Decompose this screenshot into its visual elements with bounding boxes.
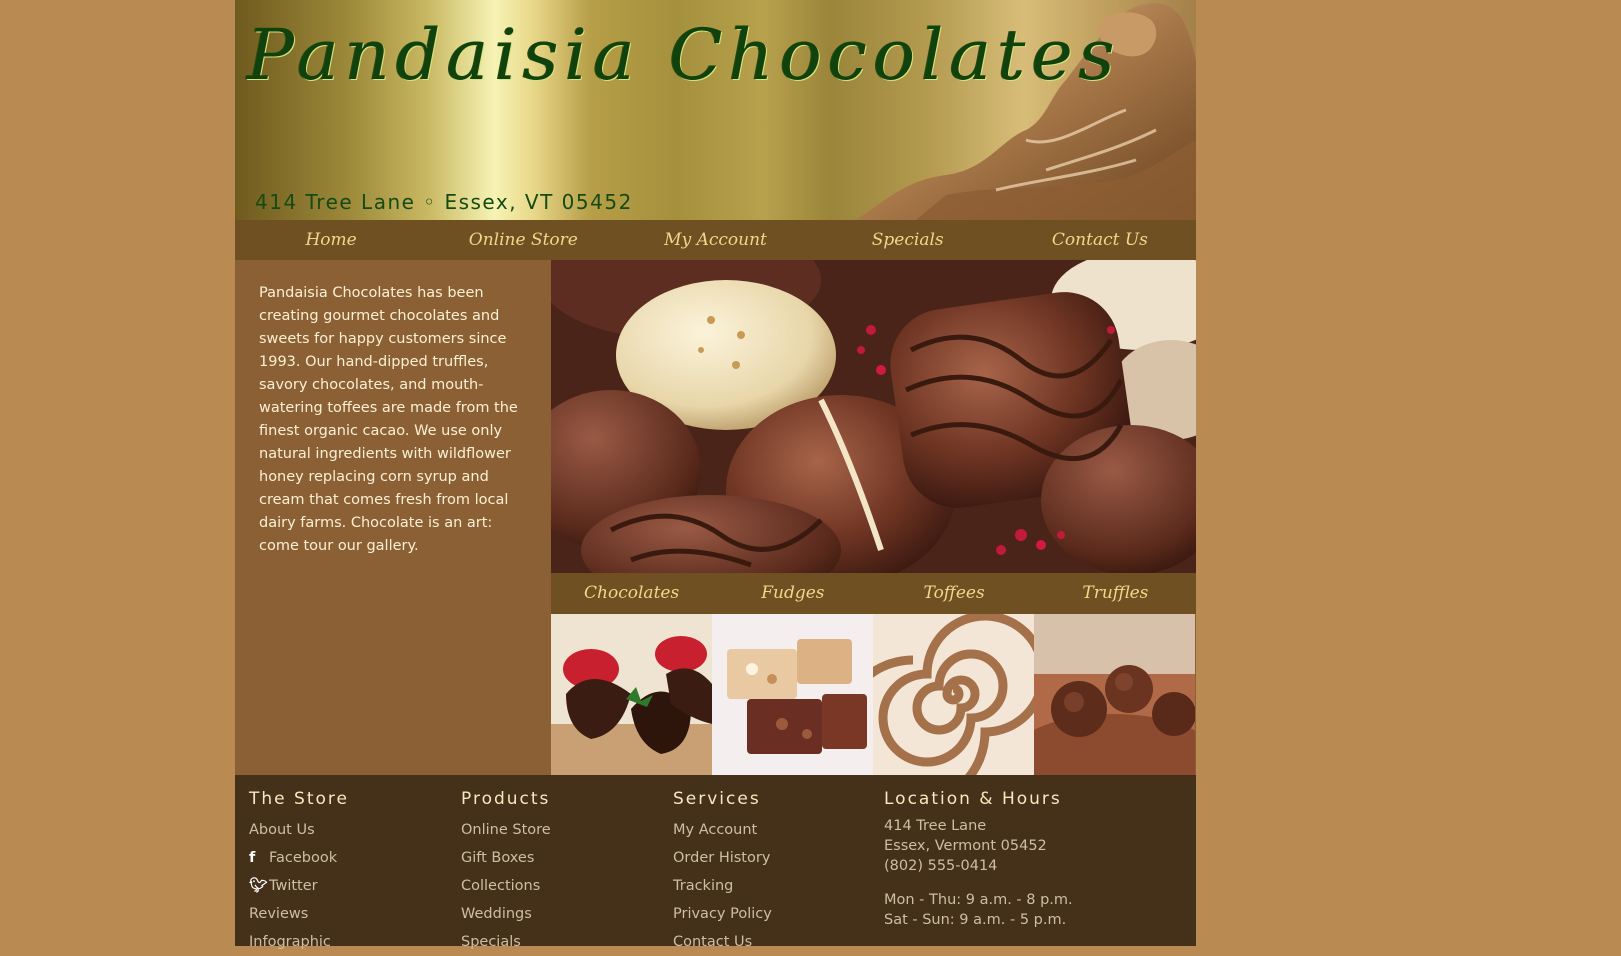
twitter-icon: 🐦︎	[249, 878, 268, 894]
footer-location-heading: Location & Hours	[884, 789, 1062, 809]
site-footer: The Store About Us f Facebook 🐦︎ Twitter R…	[235, 775, 1196, 950]
nav-home[interactable]: Home	[235, 220, 427, 260]
footer-link-specials[interactable]: Specials	[461, 928, 551, 956]
footer-city: Essex, Vermont 05452	[884, 838, 1047, 854]
footer-link-tracking[interactable]: Tracking	[673, 872, 772, 900]
footer-products-column: Products Online Store Gift Boxes Collect…	[461, 789, 551, 956]
main-nav: Home Online Store My Account Specials Co…	[235, 220, 1196, 260]
footer-phone: (802) 555-0414	[884, 858, 998, 874]
header-address: 414 Tree Lane ◦ Essex, VT 05452	[255, 190, 633, 214]
twitter-label: Twitter	[269, 878, 318, 894]
site-header: Pandaisia Chocolates 414 Tree Lane ◦ Ess…	[235, 0, 1196, 220]
intro-text: Pandaisia Chocolates has been creating g…	[259, 285, 518, 554]
footer-link-facebook[interactable]: f Facebook	[249, 844, 349, 872]
footer-hours-weekday: Mon - Thu: 9 a.m. - 8 p.m.	[884, 892, 1073, 908]
footer-link-order-history[interactable]: Order History	[673, 844, 772, 872]
facebook-label: Facebook	[269, 850, 338, 866]
site-title: Pandaisia Chocolates	[247, 14, 1121, 96]
footer-link-privacy-policy[interactable]: Privacy Policy	[673, 900, 772, 928]
category-nav: Chocolates Fudges Toffees Truffles	[551, 573, 1196, 614]
nav-specials[interactable]: Specials	[812, 220, 1004, 260]
thumbnail-fudges[interactable]	[712, 614, 873, 775]
facebook-icon: f	[249, 850, 256, 866]
footer-store-column: The Store About Us f Facebook 🐦︎ Twitter R…	[249, 789, 349, 956]
nav-contact-us[interactable]: Contact Us	[1004, 220, 1196, 260]
category-truffles[interactable]: Truffles	[1035, 573, 1196, 614]
footer-services-column: Services My Account Order History Tracki…	[673, 789, 772, 956]
nav-my-account[interactable]: My Account	[619, 220, 811, 260]
footer-link-contact-us[interactable]: Contact Us	[673, 928, 772, 956]
thumbnail-chocolates[interactable]	[551, 614, 712, 775]
category-toffees[interactable]: Toffees	[874, 573, 1035, 614]
thumbnail-toffees[interactable]	[873, 614, 1034, 775]
footer-link-online-store[interactable]: Online Store	[461, 816, 551, 844]
footer-products-heading: Products	[461, 789, 551, 809]
footer-link-twitter[interactable]: 🐦︎ Twitter	[249, 872, 349, 900]
footer-location-column: Location & Hours 414 Tree Lane Essex, Ve…	[884, 789, 1073, 930]
footer-link-reviews[interactable]: Reviews	[249, 900, 349, 928]
footer-link-weddings[interactable]: Weddings	[461, 900, 551, 928]
hero-chocolates-image	[551, 260, 1196, 573]
page-container: Pandaisia Chocolates 414 Tree Lane ◦ Ess…	[235, 0, 1196, 950]
footer-link-about-us[interactable]: About Us	[249, 816, 349, 844]
footer-link-infographic[interactable]: Infographic	[249, 928, 349, 956]
footer-link-collections[interactable]: Collections	[461, 872, 551, 900]
thumbnail-truffles[interactable]	[1034, 614, 1195, 775]
footer-street: 414 Tree Lane	[884, 818, 987, 834]
nav-online-store[interactable]: Online Store	[427, 220, 619, 260]
category-fudges[interactable]: Fudges	[712, 573, 873, 614]
footer-store-heading: The Store	[249, 789, 349, 809]
footer-link-gift-boxes[interactable]: Gift Boxes	[461, 844, 551, 872]
footer-services-heading: Services	[673, 789, 761, 809]
footer-link-my-account[interactable]: My Account	[673, 816, 772, 844]
footer-hours-weekend: Sat - Sun: 9 a.m. - 5 p.m.	[884, 912, 1067, 928]
category-chocolates[interactable]: Chocolates	[551, 573, 712, 614]
